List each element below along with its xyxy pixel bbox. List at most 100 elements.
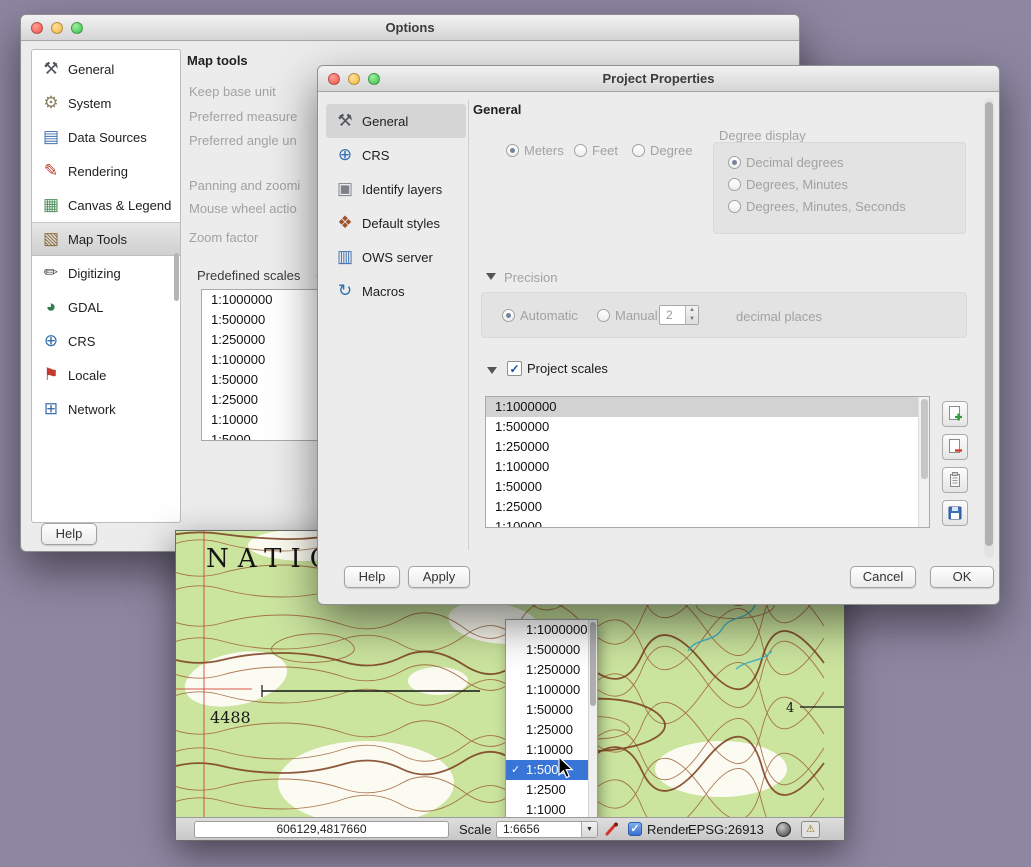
zoom-button[interactable] <box>71 22 83 34</box>
remove-scale-button[interactable] <box>942 434 968 460</box>
field-label-zoom-factor: Zoom factor <box>189 230 258 245</box>
scale-combobox-value: 1:6656 <box>503 822 540 836</box>
general-icon: ⚒ <box>334 110 356 132</box>
crs-status-icon[interactable] <box>776 822 791 837</box>
radio-degrees-minutes[interactable] <box>728 178 741 191</box>
precision-option-manual: Manual <box>597 308 658 323</box>
precision-option-automatic: Automatic <box>502 308 578 323</box>
scale-option[interactable]: 1:10000 <box>506 740 597 760</box>
decimal-places-label: decimal places <box>736 309 822 324</box>
scale-combobox[interactable]: 1:6656 ▼ <box>496 821 598 838</box>
scale-item[interactable]: 1:100000 <box>486 457 929 477</box>
add-scale-button[interactable] <box>942 401 968 427</box>
sidebar-item-data-sources[interactable]: ▤ Data Sources <box>32 120 180 154</box>
tab-ows-server[interactable]: ▥ OWS server <box>326 240 466 274</box>
map-tools-icon: ▧ <box>40 228 62 250</box>
radio-decimal-degrees[interactable] <box>728 156 741 169</box>
dialog-scrollbar[interactable] <box>984 98 994 558</box>
scrollbar-thumb[interactable] <box>985 102 993 546</box>
scale-option-selected[interactable]: ✓ 1:5000 <box>506 760 597 780</box>
dropdown-scrollbar[interactable] <box>588 620 597 822</box>
project-properties-sidebar: ⚒ General ⊕ CRS ▣ Identify layers ❖ Defa… <box>326 104 466 308</box>
stop-render-icon[interactable] <box>604 822 619 837</box>
sidebar-item-general[interactable]: ⚒ General <box>32 52 180 86</box>
sidebar-item-digitizing[interactable]: ✏ Digitizing <box>32 256 180 290</box>
group-label-panning-zooming: Panning and zoomi <box>189 178 300 193</box>
sidebar-item-gdal[interactable]: ◕ GDAL <box>32 290 180 324</box>
radio-degree[interactable] <box>632 144 645 157</box>
list-scrollbar[interactable] <box>918 397 929 527</box>
sidebar-item-rendering[interactable]: ✎ Rendering <box>32 154 180 188</box>
radio-manual[interactable] <box>597 309 610 322</box>
options-titlebar[interactable]: Options <box>21 15 799 41</box>
scale-label: Scale <box>459 822 492 837</box>
coordinate-display[interactable]: 606129,4817660 <box>194 821 449 838</box>
scale-item[interactable]: 1:25000 <box>486 497 929 517</box>
scale-item[interactable]: 1:50000 <box>486 477 929 497</box>
apply-button[interactable]: Apply <box>408 566 470 588</box>
decimal-places-stepper[interactable]: 2 ▲▼ <box>659 305 699 325</box>
scale-option[interactable]: 1:1000000 <box>506 620 597 640</box>
sidebar-scrollbar[interactable] <box>174 253 179 301</box>
close-button[interactable] <box>328 73 340 85</box>
close-button[interactable] <box>31 22 43 34</box>
collapse-arrow-icon[interactable] <box>487 367 497 374</box>
section-heading: Map tools <box>187 53 248 68</box>
radio-label: Degree <box>650 143 693 158</box>
scrollbar-thumb[interactable] <box>590 622 596 706</box>
sidebar-item-locale[interactable]: ⚑ Locale <box>32 358 180 392</box>
cancel-button[interactable]: Cancel <box>850 566 916 588</box>
sidebar-item-crs[interactable]: ⊕ CRS <box>32 324 180 358</box>
scale-item[interactable]: 1:250000 <box>486 437 929 457</box>
scale-option[interactable]: 1:250000 <box>506 660 597 680</box>
scrollbar-thumb[interactable] <box>921 399 928 479</box>
radio-degrees-minutes-seconds[interactable] <box>728 200 741 213</box>
tab-crs[interactable]: ⊕ CRS <box>326 138 466 172</box>
scale-option[interactable]: 1:100000 <box>506 680 597 700</box>
radio-label: Degrees, Minutes, Seconds <box>746 199 906 214</box>
sidebar-item-system[interactable]: ⚙ System <box>32 86 180 120</box>
data-sources-icon: ▤ <box>40 126 62 148</box>
collapse-arrow-icon[interactable] <box>486 273 496 280</box>
sidebar-item-network[interactable]: ⊞ Network <box>32 392 180 426</box>
project-scales-checkbox[interactable]: ✓ <box>507 361 522 376</box>
project-scales-list[interactable]: 1:1000000 1:500000 1:250000 1:100000 1:5… <box>485 396 930 528</box>
radio-automatic[interactable] <box>502 309 515 322</box>
scale-item-selected[interactable]: 1:1000000 <box>486 397 929 417</box>
save-scales-button[interactable] <box>942 500 968 526</box>
sidebar-item-map-tools[interactable]: ▧ Map Tools <box>32 222 180 256</box>
render-checkbox[interactable]: ✓ <box>628 822 642 836</box>
project-scales-header: ✓ Project scales <box>507 361 608 376</box>
scale-option[interactable]: 1:2500 <box>506 780 597 800</box>
tab-label: Macros <box>362 284 405 299</box>
scale-option[interactable]: 1:500000 <box>506 640 597 660</box>
messages-icon[interactable]: ⚠ <box>801 821 820 838</box>
tab-identify-layers[interactable]: ▣ Identify layers <box>326 172 466 206</box>
help-button[interactable]: Help <box>41 523 97 545</box>
radio-feet[interactable] <box>574 144 587 157</box>
tab-macros[interactable]: ↻ Macros <box>326 274 466 308</box>
scale-option[interactable]: 1:50000 <box>506 700 597 720</box>
tab-general[interactable]: ⚒ General <box>326 104 466 138</box>
radio-meters[interactable] <box>506 144 519 157</box>
tab-default-styles[interactable]: ❖ Default styles <box>326 206 466 240</box>
scale-item[interactable]: 1:10000 <box>486 517 929 528</box>
degree-option-dms: Degrees, Minutes, Seconds <box>728 199 906 214</box>
sidebar-item-canvas-legend[interactable]: ▦ Canvas & Legend <box>32 188 180 222</box>
minimize-button[interactable] <box>51 22 63 34</box>
ok-button[interactable]: OK <box>930 566 994 588</box>
minimize-button[interactable] <box>348 73 360 85</box>
chevron-down-icon[interactable]: ▼ <box>581 822 597 837</box>
import-scales-button[interactable] <box>942 467 968 493</box>
unit-option-degree: Degree <box>632 143 693 158</box>
scale-item[interactable]: 1:500000 <box>486 417 929 437</box>
stepper-arrows-icon[interactable]: ▲▼ <box>685 306 698 324</box>
field-label-keep-base-unit: Keep base unit <box>189 84 276 99</box>
rendering-icon: ✎ <box>40 160 62 182</box>
sidebar-item-label: Canvas & Legend <box>68 198 171 213</box>
sidebar-item-label: CRS <box>68 334 95 349</box>
zoom-button[interactable] <box>368 73 380 85</box>
project-properties-titlebar[interactable]: Project Properties <box>318 66 999 92</box>
scale-option[interactable]: 1:25000 <box>506 720 597 740</box>
help-button[interactable]: Help <box>344 566 400 588</box>
